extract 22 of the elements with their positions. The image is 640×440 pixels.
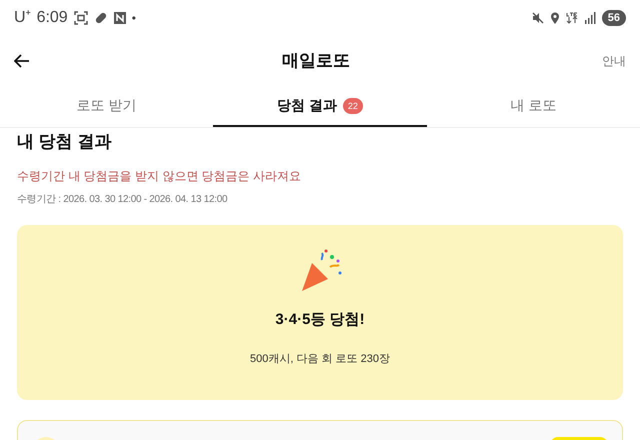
location-icon xyxy=(550,12,560,24)
warning-text: 수령기간 내 당첨금을 받지 않으면 당첨금은 사라져요 xyxy=(17,168,302,184)
guide-link[interactable]: 안내 xyxy=(602,52,626,70)
tab[interactable]: 내 로또 xyxy=(426,86,640,127)
notification-dot: • xyxy=(132,10,136,27)
signal-icon xyxy=(584,12,596,24)
carrier-text: U⁺ xyxy=(14,8,31,28)
claim-period-text: 수령기간 : 2026. 03. 30 12:00 - 2026. 04. 13 12:00 xyxy=(17,192,228,206)
result-detail: 500캐시, 다음 회 로또 230장 xyxy=(250,352,390,367)
n-app-icon xyxy=(114,12,126,24)
tab[interactable]: 로또 받기 xyxy=(0,86,214,127)
lte-signal-icon xyxy=(566,12,578,24)
count-badge: 22 xyxy=(342,98,363,114)
screenshot-icon xyxy=(74,11,88,25)
section-title: 내 당첨 결과 xyxy=(17,131,112,153)
back-arrow-icon[interactable] xyxy=(14,54,30,68)
result-headline: 3·4·5등 당첨! xyxy=(275,310,365,330)
battery-indicator: 56 xyxy=(602,10,626,26)
page-title: 매일로또 xyxy=(282,50,350,72)
clock-time: 6:09 xyxy=(36,8,68,28)
tab[interactable]: 당첨 결과 22 xyxy=(213,86,427,127)
mute-icon xyxy=(532,12,544,24)
